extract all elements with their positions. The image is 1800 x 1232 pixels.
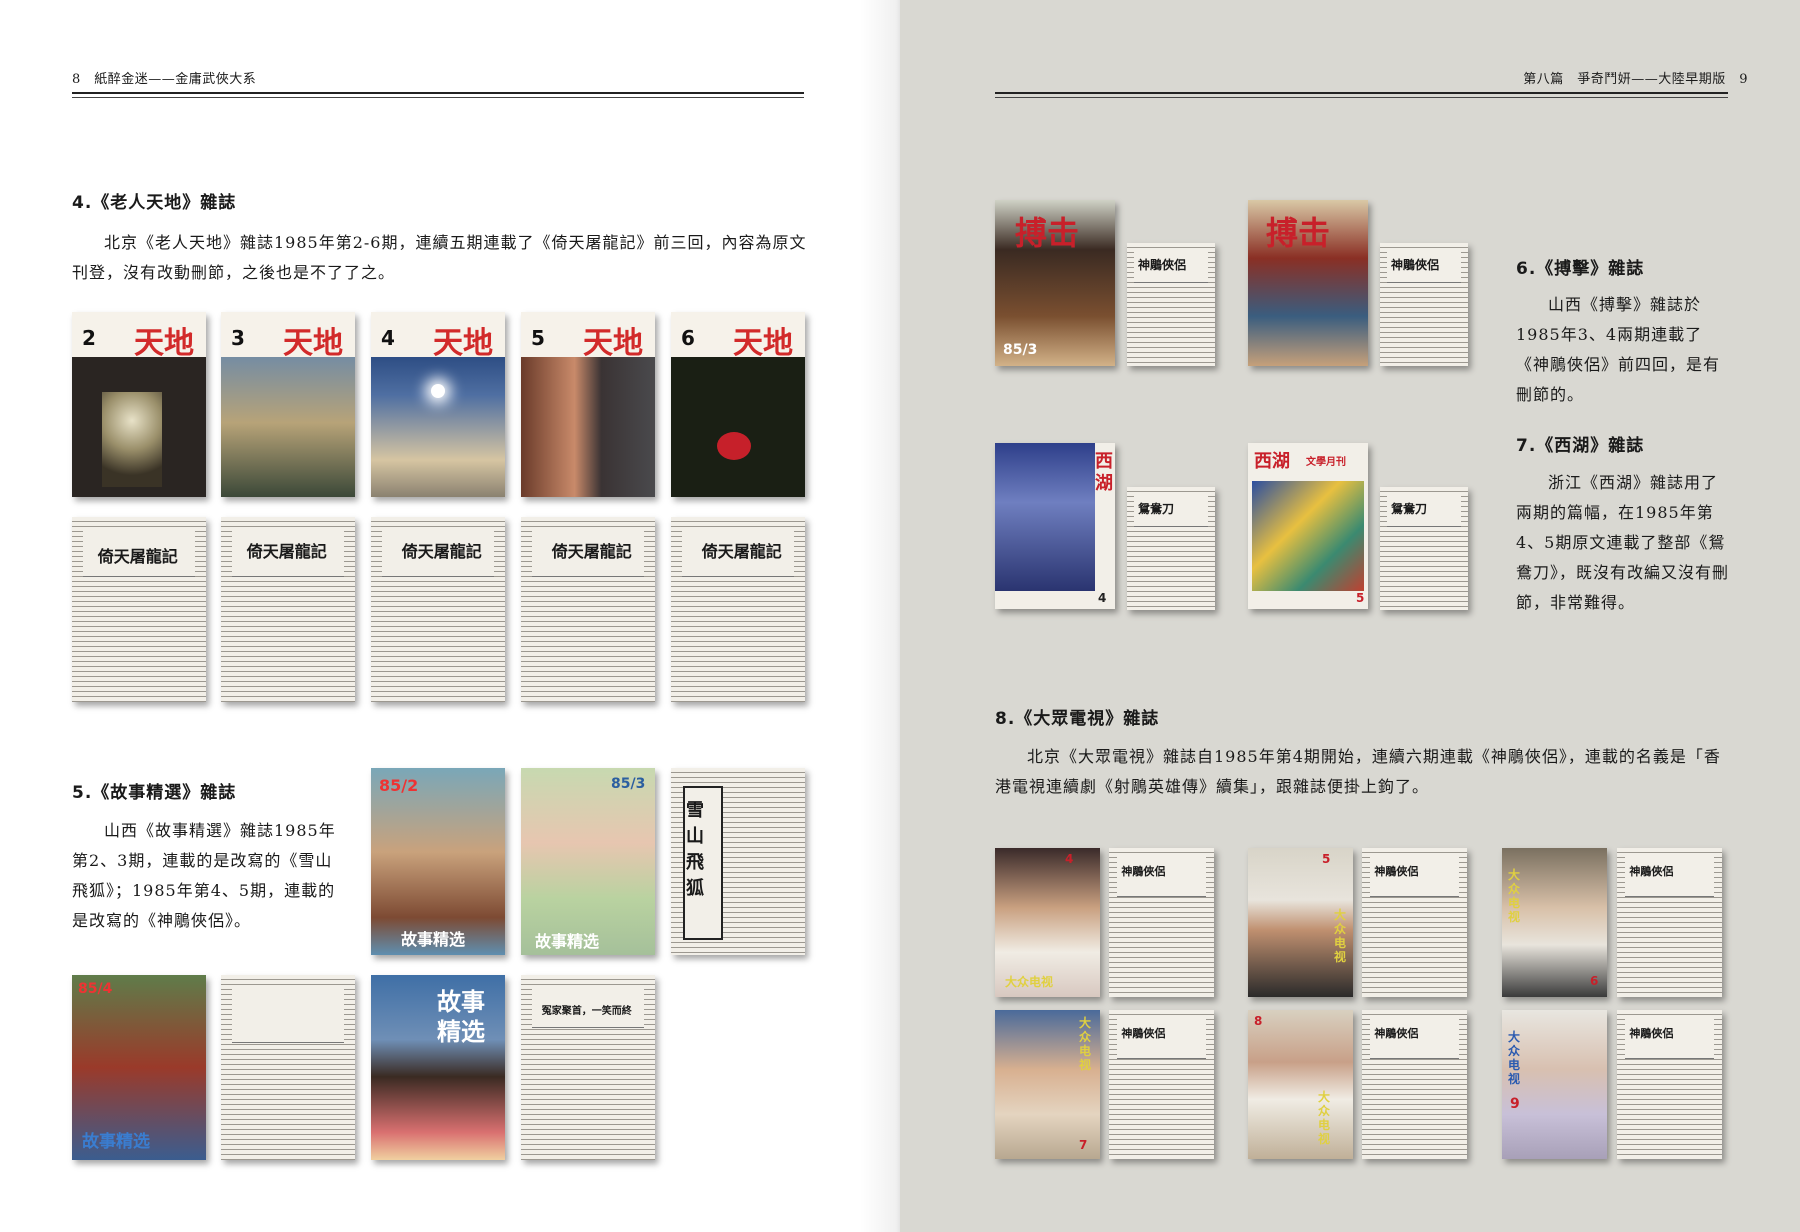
xihu-page-1: 鴛鴦刀 bbox=[1127, 487, 1215, 610]
dazhong-page-2: 神鵰俠侶 bbox=[1362, 848, 1467, 997]
dazhong-cover-7: 大众电视 7 bbox=[995, 1010, 1100, 1159]
boji-page-2: 神鵰俠侶 bbox=[1380, 243, 1468, 366]
tiandi-cover-4: 4 天地 bbox=[371, 312, 505, 497]
tiandi-cover-6: 6 天地 bbox=[671, 312, 805, 497]
section-6-body: 山西《搏擊》雜誌於1985年3、4兩期連載了《神鵰俠侶》前四回，是有刪節的。 bbox=[1516, 295, 1721, 404]
xueshan-feihu-page: 雪山飛狐 bbox=[671, 768, 805, 955]
dazhong-cover-8: 8 大众电视 bbox=[1248, 1010, 1353, 1159]
left-page: 8 紙醉金迷——金庸武俠大系 4.《老人天地》雜誌 北京《老人天地》雜誌1985… bbox=[0, 0, 900, 1232]
section-8-body: 北京《大眾電視》雜誌自1985年第4期開始，連續六期連載《神鵰俠侶》，連載的名義… bbox=[995, 747, 1721, 796]
header-rule bbox=[995, 92, 1728, 94]
yitian-page-1: 倚天屠龍記 bbox=[72, 517, 206, 702]
section-7-body: 浙江《西湖》雜誌用了兩期的篇幅，在1985年第4、5期原文連載了整部《鴛鴦刀》，… bbox=[1516, 473, 1730, 612]
dazhong-page-6: 神鵰俠侶 bbox=[1617, 1010, 1722, 1159]
xihu-page-2: 鴛鴦刀 bbox=[1380, 487, 1468, 610]
right-page: 第八篇 爭奇鬥妍——大陸早期版 9 搏击 85/3 神鵰俠侶 搏击 神鵰俠侶 6… bbox=[900, 0, 1800, 1232]
yitian-page-2: 倚天屠龍記 bbox=[221, 517, 355, 702]
dazhong-page-5: 神鵰俠侶 bbox=[1362, 1010, 1467, 1159]
header-rule-thin bbox=[72, 97, 804, 98]
boji-cover-85-4: 搏击 bbox=[1248, 200, 1368, 366]
tiandi-cover-3: 3 天地 bbox=[221, 312, 355, 497]
dazhong-page-4: 神鵰俠侶 bbox=[1109, 1010, 1214, 1159]
yitian-page-4: 倚天屠龍記 bbox=[521, 517, 655, 702]
section-4-heading: 4.《老人天地》雜誌 bbox=[72, 193, 237, 213]
xihu-cover-5: 西湖 文學月刊 5 bbox=[1248, 443, 1368, 609]
dazhong-cover-6: 大众电视 6 bbox=[1502, 848, 1607, 997]
yitian-page-3: 倚天屠龍記 bbox=[371, 517, 505, 702]
gushi-page-1 bbox=[221, 975, 355, 1160]
gushi-cover-5: 故事精选 bbox=[371, 975, 505, 1160]
section-5-body: 山西《故事精選》雜誌1985年第2、3期，連載的是改寫的《雪山飛狐》；1985年… bbox=[72, 821, 336, 930]
gushi-cover-85-3: 85/3 故事精选 bbox=[521, 768, 655, 955]
dazhong-page-1: 神鵰俠侶 bbox=[1109, 848, 1214, 997]
section-6-heading: 6.《搏擊》雜誌 bbox=[1516, 259, 1645, 279]
boji-page-1: 神鵰俠侶 bbox=[1127, 243, 1215, 366]
dazhong-cover-4: 4 大众电视 bbox=[995, 848, 1100, 997]
gushi-cover-85-4: 85/4 故事精选 bbox=[72, 975, 206, 1160]
tiandi-cover-5: 5 天地 bbox=[521, 312, 655, 497]
gushi-cover-85-2: 85/2 故事精选 bbox=[371, 768, 505, 955]
header-rule-thin bbox=[995, 97, 1728, 98]
xihu-cover-4: 西湖 4 bbox=[995, 443, 1115, 609]
section-7-heading: 7.《西湖》雜誌 bbox=[1516, 436, 1645, 456]
boji-cover-85-3: 搏击 85/3 bbox=[995, 200, 1115, 366]
dazhong-cover-9: 大众电视 9 bbox=[1502, 1010, 1607, 1159]
dazhong-cover-5: 5 大众电视 bbox=[1248, 848, 1353, 997]
section-5-heading: 5.《故事精選》雜誌 bbox=[72, 783, 237, 803]
dazhong-page-3: 神鵰俠侶 bbox=[1617, 848, 1722, 997]
tiandi-cover-2: 2 天地 bbox=[72, 312, 206, 497]
running-head-left: 8 紙醉金迷——金庸武俠大系 bbox=[72, 72, 257, 87]
gushi-page-2: 冤家聚首，一笑而終 bbox=[521, 975, 655, 1160]
yitian-page-5: 倚天屠龍記 bbox=[671, 517, 805, 702]
running-head-right: 第八篇 爭奇鬥妍——大陸早期版 9 bbox=[1523, 72, 1748, 87]
section-4-body: 北京《老人天地》雜誌1985年第2-6期，連續五期連載了《倚天屠龍記》前三回，內… bbox=[72, 233, 807, 282]
header-rule bbox=[72, 92, 804, 94]
section-8-heading: 8.《大眾電視》雜誌 bbox=[995, 709, 1160, 729]
